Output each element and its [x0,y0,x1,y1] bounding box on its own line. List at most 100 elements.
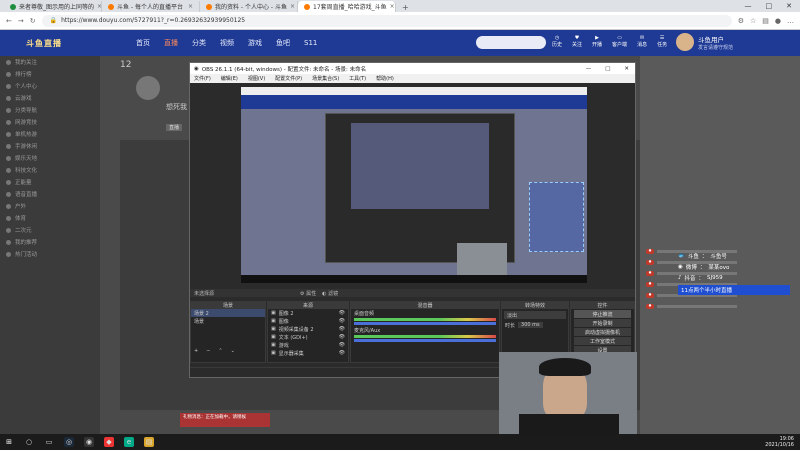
obs-menu-item[interactable]: 文件(F) [194,75,211,82]
scene-item[interactable]: 场景 2 [191,309,265,317]
sidebar-item[interactable]: 云游戏 [0,92,100,104]
douyu-app-icon[interactable]: ◆ [104,437,114,447]
visibility-icon[interactable]: 👁 [339,326,348,332]
obs-menu-item[interactable]: 场景集合(S) [312,75,339,82]
obs-preview[interactable] [241,87,587,283]
obs-menu-item[interactable]: 编辑(E) [221,75,238,82]
source-item[interactable]: ▣ 图像 2 👁 [268,309,348,317]
close-icon[interactable]: ✕ [786,2,792,10]
close-tab-icon[interactable]: × [188,3,193,10]
sidebar-item[interactable]: 单机热游 [0,128,100,140]
source-item[interactable]: ▣ 视频采集设备 2 👁 [268,325,348,333]
obs-menu-item[interactable]: 视图(V) [248,75,265,82]
add-icon[interactable]: + [194,348,198,354]
volume-slider[interactable] [354,322,496,325]
browser-tab[interactable]: 来者尊敬_图示用的上同等的 × [4,1,102,12]
nav-item[interactable]: 分类 [192,38,206,48]
sidebar-item[interactable]: 分类导航 [0,104,100,116]
obs-maximize-icon[interactable]: □ [605,66,610,72]
visibility-icon[interactable]: 👁 [339,318,348,324]
sidebar-item[interactable]: 我的推荐 [0,236,100,248]
sidebar-item[interactable]: 手游休闲 [0,140,100,152]
nav-item[interactable]: 首页 [136,38,150,48]
forward-icon[interactable]: → [18,17,24,25]
browser-tab-active[interactable]: 17套周直播_哈哈游戏_斗鱼 × [298,1,396,12]
user-box[interactable]: 斗鱼用户 发言请遵守规范 [676,33,733,51]
transition-select[interactable]: 淡出 [504,311,566,319]
sidebar-item[interactable]: 排行榜 [0,68,100,80]
source-item[interactable]: ▣ 显示器采集 👁 [268,349,348,357]
search-icon[interactable]: ○ [24,437,34,447]
volume-slider[interactable] [354,339,496,342]
virtual-camera-button[interactable]: 启动虚拟摄像机 [574,328,631,336]
duration-input[interactable]: 300 ms [518,322,543,328]
filters-button[interactable]: ◐ 滤镜 [322,290,338,297]
source-item[interactable]: ▣ 游戏 👁 [268,341,348,349]
source-item[interactable]: ▣ 图像 👁 [268,317,348,325]
back-icon[interactable]: ← [6,17,12,25]
sidebar-item[interactable]: 正能量 [0,176,100,188]
new-tab-button[interactable]: + [396,3,415,12]
anchor-avatar[interactable] [136,76,160,100]
sidebar-item[interactable]: 娱乐天地 [0,152,100,164]
sidebar-item[interactable]: 热门活动 [0,248,100,260]
collections-icon[interactable]: ▤ [762,17,769,25]
windows-start-icon[interactable]: ⊞ [4,437,14,447]
down-icon[interactable]: ⌄ [231,348,235,354]
close-tab-icon[interactable]: × [390,3,395,10]
visibility-icon[interactable]: 👁 [339,334,348,340]
minimize-icon[interactable]: — [745,2,752,10]
profile-icon[interactable]: ● [775,17,781,25]
sidebar-item[interactable]: 体育 [0,212,100,224]
nav-item[interactable]: 鱼吧 [276,38,290,48]
more-icon[interactable]: … [787,17,794,25]
nav-item[interactable]: 直播 [164,38,178,48]
header-icon-item[interactable]: ✉ 消息 [637,35,647,48]
stop-streaming-button[interactable]: 停止推流 [574,310,631,318]
obs-menu-item[interactable]: 帮助(H) [376,75,394,82]
visibility-icon[interactable]: 👁 [339,310,348,316]
sidebar-item[interactable]: 我的关注 [0,56,100,68]
visibility-icon[interactable]: 👁 [339,350,348,356]
browser-tab[interactable]: 斗鱼 - 每个人的直播平台 × [102,1,200,12]
obs-icon[interactable]: ◉ [84,437,94,447]
header-icon-item[interactable]: ☰ 任务 [657,35,667,48]
nav-item[interactable]: 游戏 [248,38,262,48]
close-tab-icon[interactable]: × [290,3,295,10]
sidebar-item[interactable]: 二次元 [0,224,100,236]
visibility-icon[interactable]: 👁 [339,342,348,348]
up-icon[interactable]: ⌃ [218,348,222,354]
header-icon-item[interactable]: ◷ 历史 [552,35,562,48]
avatar[interactable] [676,33,694,51]
site-logo[interactable]: 斗鱼直播 [26,38,62,49]
obs-minimize-icon[interactable]: — [586,66,592,72]
nav-item[interactable]: S11 [304,39,317,47]
start-recording-button[interactable]: 开始录制 [574,319,631,327]
header-icon-item[interactable]: ▶ 开播 [592,35,602,48]
header-icon-item[interactable]: ♥ 关注 [572,35,582,48]
sidebar-item[interactable]: 语音直播 [0,188,100,200]
scene-item[interactable]: 场景 [191,317,265,325]
system-clock[interactable]: 19:06 2021/10/16 [765,436,800,448]
file-explorer-icon[interactable]: ▤ [144,437,154,447]
nav-item[interactable]: 视频 [220,38,234,48]
edge-icon[interactable]: e [124,437,134,447]
site-search-input[interactable] [476,36,546,49]
maximize-icon[interactable]: □ [766,2,773,10]
header-icon-item[interactable]: ▭ 客户端 [612,35,627,48]
browser-tab[interactable]: 我的资料 - 个人中心 - 斗鱼 × [200,1,298,12]
sidebar-item[interactable]: 个人中心 [0,80,100,92]
steam-icon[interactable]: ◎ [64,437,74,447]
obs-close-icon[interactable]: ✕ [624,66,629,72]
url-input[interactable]: 🔒 https://www.douyu.com/5727911?_r=0.269… [41,14,732,27]
properties-button[interactable]: ⚙ 属性 [300,290,316,297]
remove-icon[interactable]: − [206,348,210,354]
taskview-icon[interactable]: ▭ [44,437,54,447]
reload-icon[interactable]: ↻ [30,17,36,25]
studio-mode-button[interactable]: 工作室模式 [574,337,631,345]
extension-icon[interactable]: ⚙ [738,17,744,25]
source-item[interactable]: ▣ 文本 (GDI+) 👁 [268,333,348,341]
sidebar-item[interactable]: 网游竞技 [0,116,100,128]
sidebar-item[interactable]: 科技文化 [0,164,100,176]
obs-menu-item[interactable]: 配置文件(P) [275,75,302,82]
